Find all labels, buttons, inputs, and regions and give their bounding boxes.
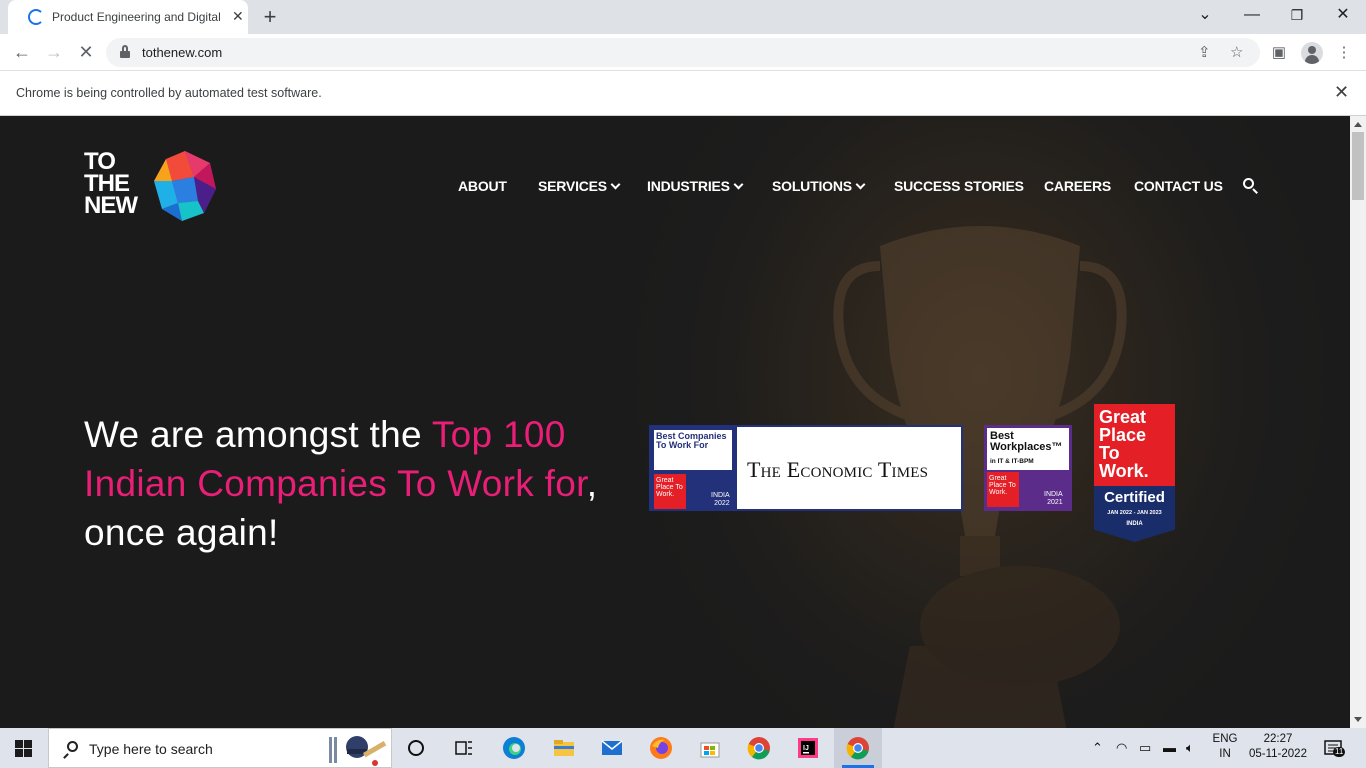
mail-icon[interactable] [600,736,624,760]
economic-times-badge: Best Companies To Work For Great Place T… [649,425,963,511]
nav-contact-us[interactable]: CONTACT US [1134,178,1223,194]
task-view-icon[interactable] [452,736,476,760]
scroll-up-arrow-icon [1354,122,1362,127]
best-workplaces-badge: Best Workplaces™ in IT & IT-BPM Great Pl… [984,425,1072,511]
battery-icon[interactable]: ▬ [1163,740,1176,755]
profile-avatar[interactable] [1301,42,1323,64]
notification-center-icon[interactable]: 11 [1323,739,1347,759]
forward-button[interactable]: → [42,40,66,64]
tab-search-chevron-icon[interactable]: ⌄ [1190,4,1220,26]
volume-icon[interactable]: 🔈︎ [1186,740,1194,756]
chevron-down-icon [855,179,866,190]
url-text[interactable]: tothenew.com [142,45,222,60]
nav-about[interactable]: ABOUT [458,178,507,194]
tab-title: Product Engineering and Digital T [52,10,224,24]
intellij-idea-icon[interactable]: IJ [796,736,820,760]
wifi-icon[interactable]: ◠ [1116,740,1127,756]
chevron-down-icon [610,179,621,190]
scrollbar-thumb[interactable] [1352,132,1364,200]
windows-taskbar: Type here to search IJ ⌃ ◠ ▭ ▬ 🔈︎ ENG IN… [0,728,1366,768]
chevron-down-icon [733,179,744,190]
edge-browser-icon[interactable] [502,736,526,760]
windows-start-icon[interactable] [15,740,32,757]
tab-close-icon[interactable]: ✕ [232,8,244,25]
language-indicator[interactable]: ENG IN [1210,732,1240,762]
bookmark-star-icon[interactable]: ☆ [1230,43,1243,61]
economic-times-wordmark: The Economic Times [747,457,929,482]
nav-services[interactable]: SERVICES [538,178,621,194]
browser-titlebar: Product Engineering and Digital T ✕ + ⌄ … [0,0,1366,34]
gptw-mini-logo: Great Place To Work. [654,474,686,509]
microsoft-store-icon[interactable] [698,736,722,760]
cricket-search-highlight-icon [329,736,387,766]
share-icon[interactable]: ⇪ [1198,43,1211,61]
menu-kebab-icon[interactable]: ⋮ [1333,42,1355,64]
tothenew-logo[interactable]: TO THE NEW [84,148,224,221]
search-icon[interactable] [1243,178,1259,194]
cortana-icon[interactable] [404,736,428,760]
side-panel-icon[interactable]: ▣ [1268,42,1290,64]
lock-icon[interactable] [120,45,130,59]
firefox-icon[interactable] [649,736,673,760]
file-explorer-icon[interactable] [552,736,576,760]
chrome-icon[interactable] [747,736,771,760]
hero-headline: We are amongst the Top 100 Indian Compan… [84,414,598,553]
nav-success-stories[interactable]: SUCCESS STORIES [894,178,1024,194]
new-tab-button[interactable]: + [260,4,280,30]
scroll-down-arrow-icon [1354,717,1362,722]
back-button[interactable]: ← [10,40,34,64]
address-bar[interactable]: tothenew.com ⇪ ☆ [106,38,1260,67]
show-hidden-icons-chevron-icon[interactable]: ⌃ [1092,740,1103,756]
minimize-button[interactable]: — [1237,4,1267,26]
browser-tab[interactable]: Product Engineering and Digital T ✕ [8,0,248,34]
gptw-certified-badge: Great Place To Work. Certified JAN 2022 … [1094,404,1175,542]
close-window-button[interactable]: ✕ [1328,4,1358,26]
infobar-close-icon[interactable]: ✕ [1334,82,1349,103]
automation-infobar: Chrome is being controlled by automated … [0,71,1366,116]
chrome-active-icon[interactable] [846,736,870,760]
browser-toolbar: ← → ✕ tothenew.com ⇪ ☆ ▣ ⋮ [0,34,1366,71]
logo-gem-icon [154,151,216,221]
logo-wordmark: TO THE NEW [84,148,138,219]
gptw-mini-logo: Great Place To Work. [987,472,1019,507]
svg-text:IJ: IJ [803,745,809,752]
infobar-message: Chrome is being controlled by automated … [16,86,322,100]
notification-count: 11 [1333,747,1346,757]
loading-spinner-icon [28,9,44,25]
restore-button[interactable]: ❐ [1282,4,1312,26]
taskbar-search-box[interactable]: Type here to search [48,728,392,768]
search-icon [63,741,79,759]
page-scrollbar[interactable] [1350,116,1366,728]
clock[interactable]: 22:27 05-11-2022 [1245,732,1311,762]
webpage-hero: TO THE NEW ABOUT SERVICES INDUSTRIES SOL… [0,116,1350,728]
nav-industries[interactable]: INDUSTRIES [647,178,744,194]
display-icon[interactable]: ▭ [1139,740,1151,756]
nav-careers[interactable]: CAREERS [1044,178,1111,194]
nav-solutions[interactable]: SOLUTIONS [772,178,866,194]
stop-loading-button[interactable]: ✕ [74,40,98,64]
